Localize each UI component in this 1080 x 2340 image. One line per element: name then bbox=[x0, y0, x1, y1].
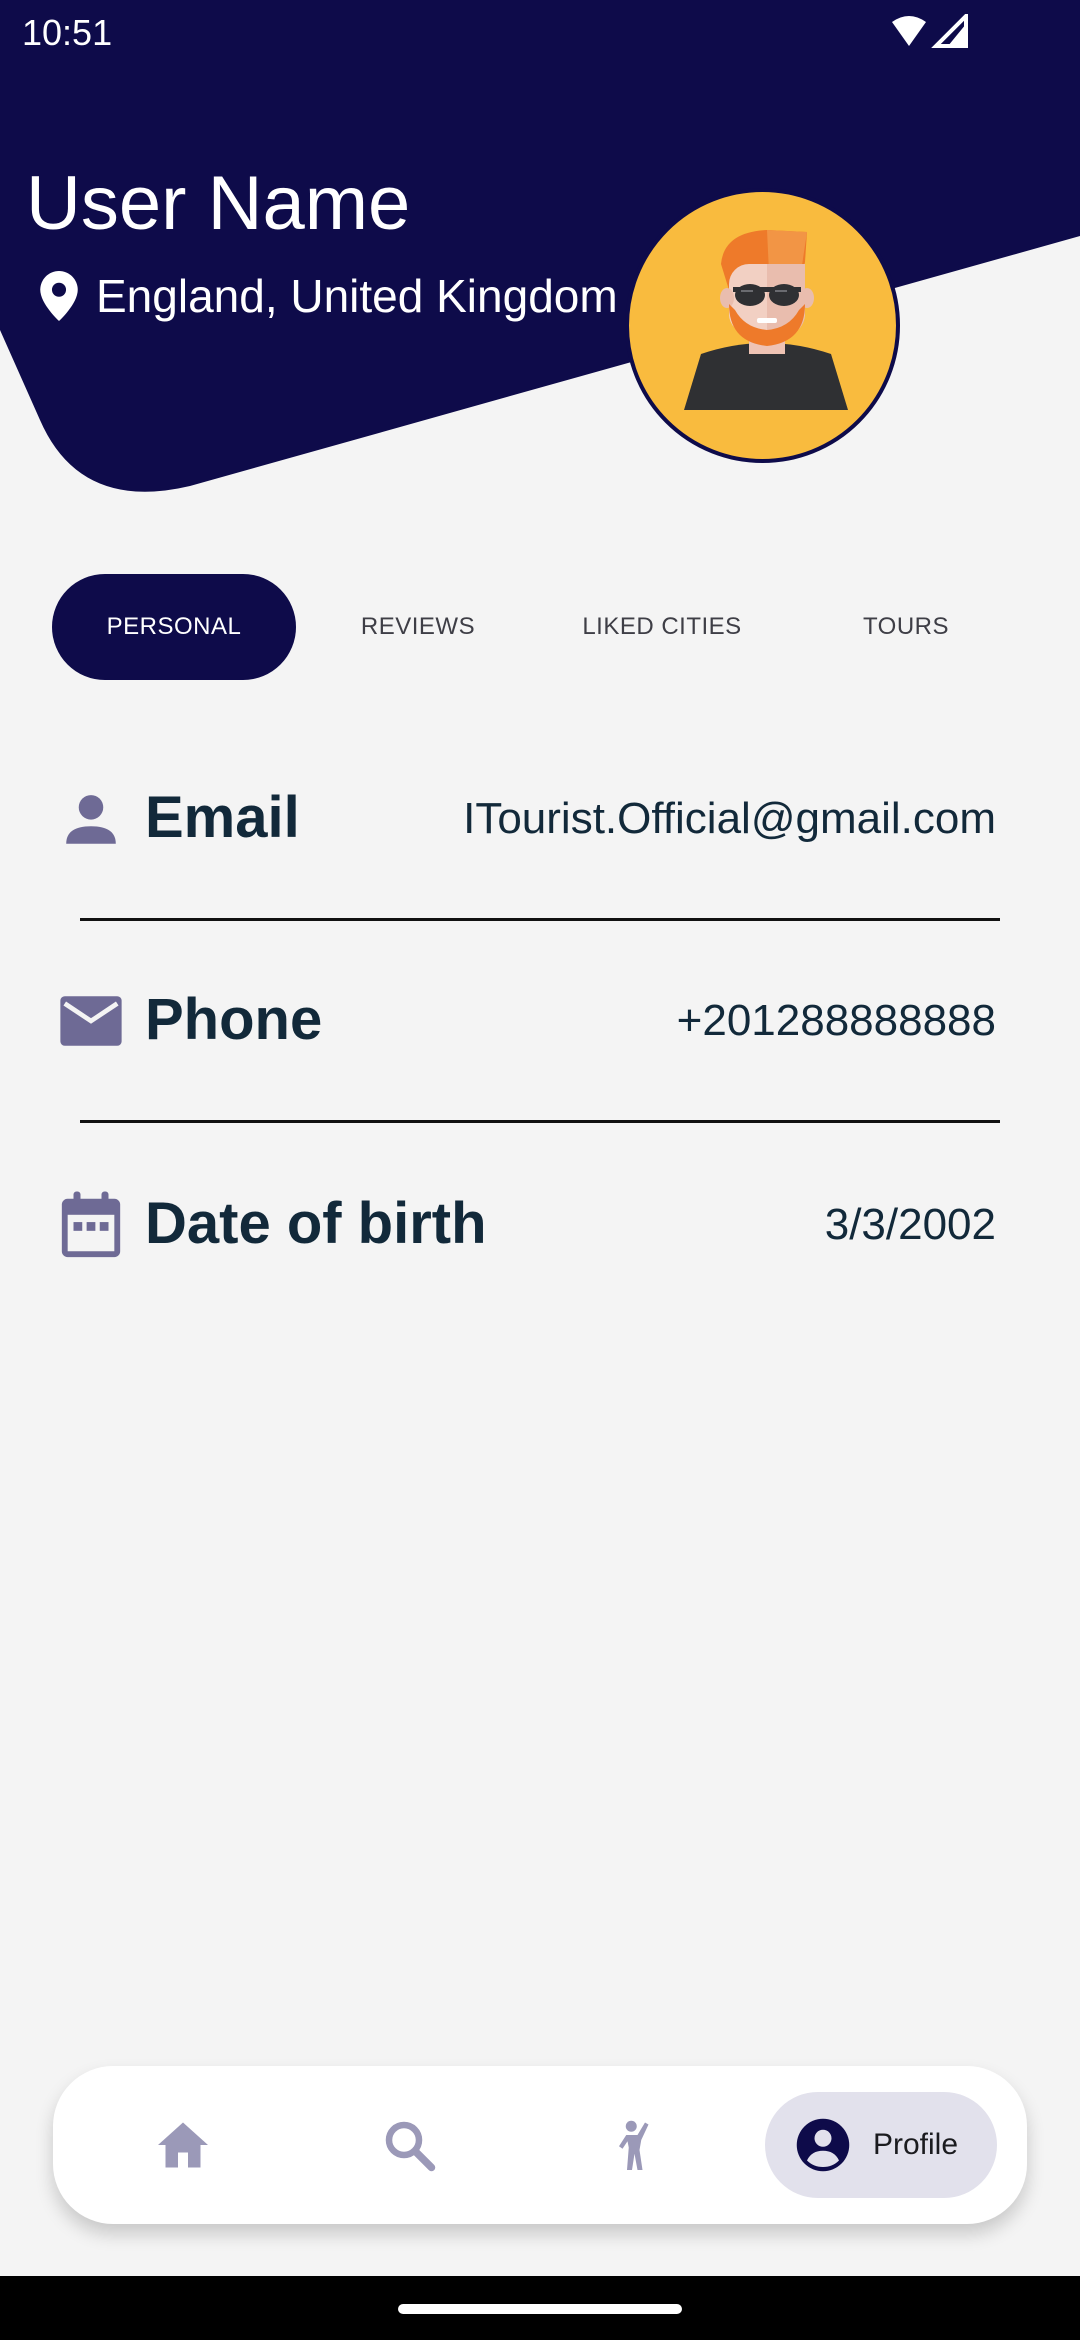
nav-profile[interactable]: Profile bbox=[765, 2092, 997, 2198]
wifi-signal-icon bbox=[892, 14, 968, 48]
home-icon bbox=[158, 2122, 208, 2168]
email-value: ITourist.Official@gmail.com bbox=[463, 794, 996, 843]
status-time: 10:51 bbox=[22, 12, 113, 53]
home-gesture-handle[interactable] bbox=[398, 2304, 682, 2314]
dob-row: Date of birth 3/3/2002 bbox=[56, 1172, 996, 1272]
phone-value: +201288888888 bbox=[676, 996, 996, 1045]
divider bbox=[80, 1120, 1000, 1123]
nav-home[interactable] bbox=[113, 2066, 253, 2224]
bottom-nav: Profile bbox=[53, 2066, 1027, 2224]
email-row: Email ITourist.Official@gmail.com bbox=[56, 766, 996, 866]
dob-label: Date of birth bbox=[145, 1191, 487, 1256]
system-nav-bar bbox=[0, 2276, 1080, 2340]
dob-value: 3/3/2002 bbox=[824, 1200, 996, 1249]
avatar[interactable] bbox=[625, 188, 900, 463]
man-sunglasses-avatar-icon bbox=[684, 230, 848, 410]
location-row: England, United Kingdom bbox=[40, 268, 618, 324]
user-name: User Name bbox=[26, 161, 411, 246]
phone-row: Phone +201288888888 bbox=[56, 968, 996, 1068]
tourist-icon bbox=[619, 2120, 649, 2170]
divider bbox=[80, 918, 1000, 921]
calendar-icon bbox=[61, 1191, 121, 1258]
nav-tours[interactable] bbox=[565, 2066, 705, 2224]
status-bar: 10:51 bbox=[0, 0, 1080, 66]
profile-tabs: PERSONAL REVIEWS LIKED CITIES TOURS bbox=[52, 574, 1052, 680]
header-background bbox=[0, 0, 1080, 492]
person-icon bbox=[66, 795, 116, 844]
nav-profile-label: Profile bbox=[873, 2128, 959, 2161]
phone-label: Phone bbox=[145, 987, 323, 1052]
location-pin-icon bbox=[40, 271, 78, 321]
tab-tours[interactable]: TOURS bbox=[784, 574, 1028, 680]
profile-screen: 10:51 User Name England, United Kingdom bbox=[0, 0, 1080, 2340]
location-text: England, United Kingdom bbox=[96, 270, 618, 322]
email-label: Email bbox=[145, 785, 300, 850]
search-icon bbox=[385, 2121, 436, 2172]
tab-reviews[interactable]: REVIEWS bbox=[296, 574, 540, 680]
tab-personal[interactable]: PERSONAL bbox=[52, 574, 296, 680]
account-circle-icon bbox=[796, 2118, 850, 2172]
nav-search[interactable] bbox=[339, 2066, 479, 2224]
mail-icon bbox=[60, 996, 122, 1046]
tab-liked-cities[interactable]: LIKED CITIES bbox=[540, 574, 784, 680]
